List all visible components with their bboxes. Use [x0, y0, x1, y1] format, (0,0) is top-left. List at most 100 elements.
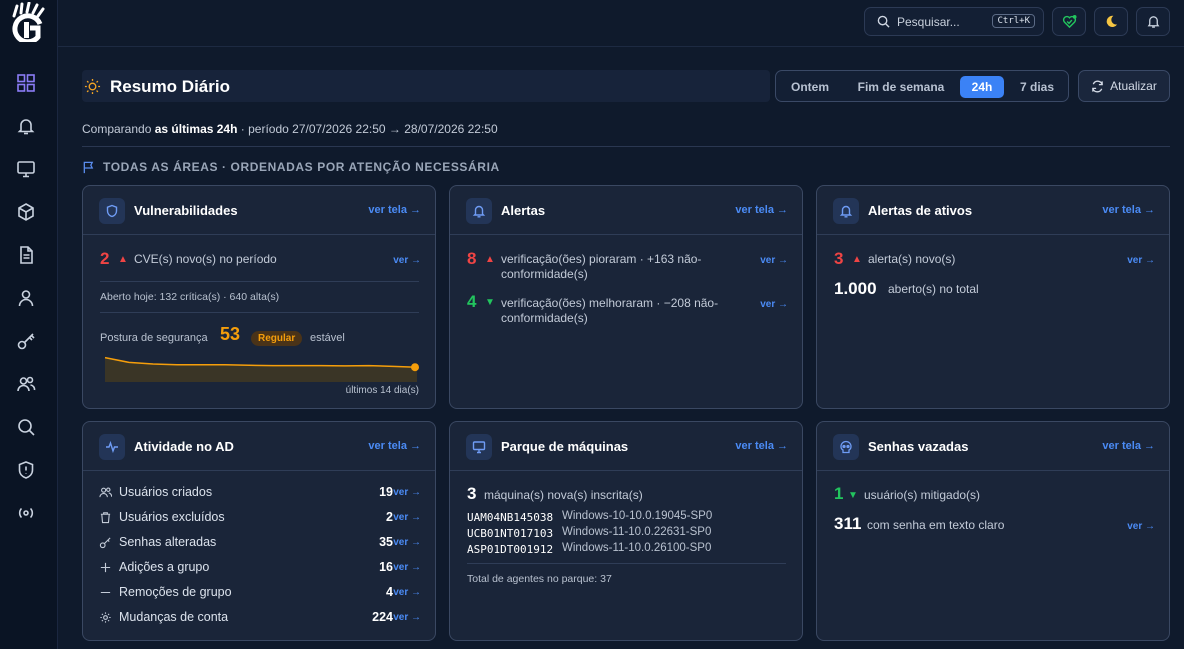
- down-arrow-icon: ▼: [848, 490, 858, 501]
- user-icon[interactable]: [15, 287, 37, 309]
- machine-host: UAM04NB145038: [467, 511, 554, 524]
- document-icon[interactable]: [15, 244, 37, 266]
- shield-alert-icon[interactable]: [15, 459, 37, 481]
- sparkline-caption: últimos 14 dia(s): [345, 385, 419, 396]
- view-link[interactable]: ver →: [393, 612, 421, 623]
- divider: [82, 146, 1170, 147]
- search-icon: [877, 15, 890, 28]
- notifications-button[interactable]: [1136, 7, 1170, 36]
- row-label: Mudanças de conta: [119, 610, 229, 624]
- machine-os: Windows-11-10.0.26100-SP0: [562, 542, 712, 554]
- card-header: Atividade no AD ver tela →: [83, 422, 435, 471]
- refresh-button[interactable]: Atualizar: [1078, 70, 1170, 102]
- search-nav-icon[interactable]: [15, 416, 37, 438]
- view-link[interactable]: ver →: [393, 537, 421, 548]
- card-title: Atividade no AD: [134, 439, 234, 454]
- monitor-icon[interactable]: [15, 158, 37, 180]
- view-link[interactable]: ver →: [393, 587, 421, 598]
- view-screen-link[interactable]: ver tela →: [368, 204, 421, 216]
- down-arrow-icon: ▼: [485, 297, 495, 308]
- clear-text-desc: com senha em texto claro: [867, 518, 1005, 532]
- asset-alerts-card: Alertas de ativos ver tela → 3 ▲ alerta(…: [816, 185, 1170, 409]
- view-link[interactable]: ver →: [393, 487, 421, 498]
- plus-icon: [100, 562, 111, 573]
- ad-row-users-deleted: Usuários excluídos 2 ver →: [99, 509, 421, 527]
- search-input[interactable]: Pesquisar... Ctrl+K: [864, 7, 1044, 36]
- divider: [467, 563, 786, 564]
- sidebar: [0, 0, 58, 649]
- view-link[interactable]: ver →: [1127, 521, 1155, 532]
- machine-os: Windows-11-10.0.22631-SP0: [562, 526, 712, 538]
- row-label: Senhas alteradas: [119, 535, 217, 549]
- dashboard-icon[interactable]: [15, 72, 37, 94]
- period-yesterday[interactable]: Ontem: [782, 76, 838, 98]
- trash-icon: [100, 512, 111, 524]
- users-icon[interactable]: [15, 373, 37, 395]
- view-link[interactable]: ver →: [393, 562, 421, 573]
- machines-card: Parque de máquinas ver tela → 3 máquina(…: [449, 421, 803, 641]
- broadcast-icon[interactable]: [15, 502, 37, 524]
- search-shortcut: Ctrl+K: [992, 14, 1035, 28]
- divider: [100, 312, 419, 313]
- app-logo[interactable]: [10, 2, 46, 42]
- posture-trend: estável: [310, 332, 345, 344]
- bell-icon[interactable]: [15, 115, 37, 137]
- view-link[interactable]: ver →: [760, 299, 788, 310]
- compare-prefix: Comparando: [82, 122, 152, 136]
- view-screen-link[interactable]: ver tela →: [1102, 204, 1155, 216]
- ad-activity-card: Atividade no AD ver tela → Usuários cria…: [82, 421, 436, 641]
- skull-icon: [833, 434, 859, 460]
- page-title: Resumo Diário: [110, 77, 230, 96]
- open-today: Aberto hoje: 132 crítica(s) · 640 alta(s…: [100, 291, 280, 303]
- card-header: Vulnerabilidades ver tela →: [83, 186, 435, 235]
- top-bar: Pesquisar... Ctrl+K: [58, 0, 1184, 47]
- heart-check-icon: [1062, 14, 1077, 29]
- minus-icon: [100, 591, 111, 594]
- divider: [100, 281, 419, 282]
- machine-host: ASP01DT001912: [467, 543, 554, 556]
- view-screen-link[interactable]: ver tela →: [368, 440, 421, 452]
- ad-row-group-additions: Adições a grupo 16 ver →: [99, 559, 421, 577]
- card-header: Alertas de ativos ver tela →: [817, 186, 1169, 235]
- view-link[interactable]: ver →: [393, 255, 421, 266]
- section-title: TODAS AS ÁREAS · ORDENADAS POR ATENÇÃO N…: [103, 160, 500, 174]
- new-cve-desc: CVE(s) novo(s) no período: [134, 252, 277, 266]
- view-screen-link[interactable]: ver tela →: [735, 440, 788, 452]
- bell-icon: [466, 198, 492, 224]
- period-7-days[interactable]: 7 dias: [1010, 76, 1064, 98]
- package-icon[interactable]: [15, 201, 37, 223]
- up-arrow-icon: ▲: [485, 254, 495, 265]
- open-alerts-count: 1.000: [834, 279, 877, 298]
- row-value: 35: [379, 535, 393, 549]
- key-icon[interactable]: [15, 330, 37, 352]
- card-header: Parque de máquinas ver tela →: [450, 422, 802, 471]
- view-link[interactable]: ver →: [1127, 255, 1155, 266]
- card-header: Senhas vazadas ver tela →: [817, 422, 1169, 471]
- mitigated-count: 1: [834, 484, 844, 503]
- health-button[interactable]: [1052, 7, 1086, 36]
- theme-toggle-button[interactable]: [1094, 7, 1128, 36]
- period-weekend[interactable]: Fim de semana: [846, 76, 956, 98]
- card-title: Senhas vazadas: [868, 439, 969, 454]
- view-screen-link[interactable]: ver tela →: [1102, 440, 1155, 452]
- view-screen-link[interactable]: ver tela →: [735, 204, 788, 216]
- machine-host: UCB01NT017103: [467, 527, 554, 540]
- new-alerts-count: 3: [834, 249, 844, 268]
- worse-count: 8: [467, 249, 477, 268]
- monitor-icon: [466, 434, 492, 460]
- view-link[interactable]: ver →: [760, 255, 788, 266]
- card-title: Parque de máquinas: [501, 439, 629, 454]
- row-value: 19: [379, 485, 393, 499]
- machine-os: Windows-10-10.0.19045-SP0: [562, 510, 713, 522]
- flag-icon: [83, 161, 94, 173]
- gear-icon: [100, 612, 111, 623]
- posture-score: 53: [220, 324, 241, 344]
- vulnerabilities-card: Vulnerabilidades ver tela → 2 ▲ CVE(s) n…: [82, 185, 436, 409]
- view-link[interactable]: ver →: [393, 512, 421, 523]
- refresh-label: Atualizar: [1110, 79, 1157, 93]
- worse-desc: verificação(ões) pioraram · +163 não-con…: [501, 252, 702, 281]
- new-machines-desc: máquina(s) nova(s) inscrita(s): [484, 488, 643, 502]
- new-machines-count: 3: [467, 484, 477, 503]
- users-icon: [99, 487, 112, 498]
- period-24h[interactable]: 24h: [960, 76, 1004, 98]
